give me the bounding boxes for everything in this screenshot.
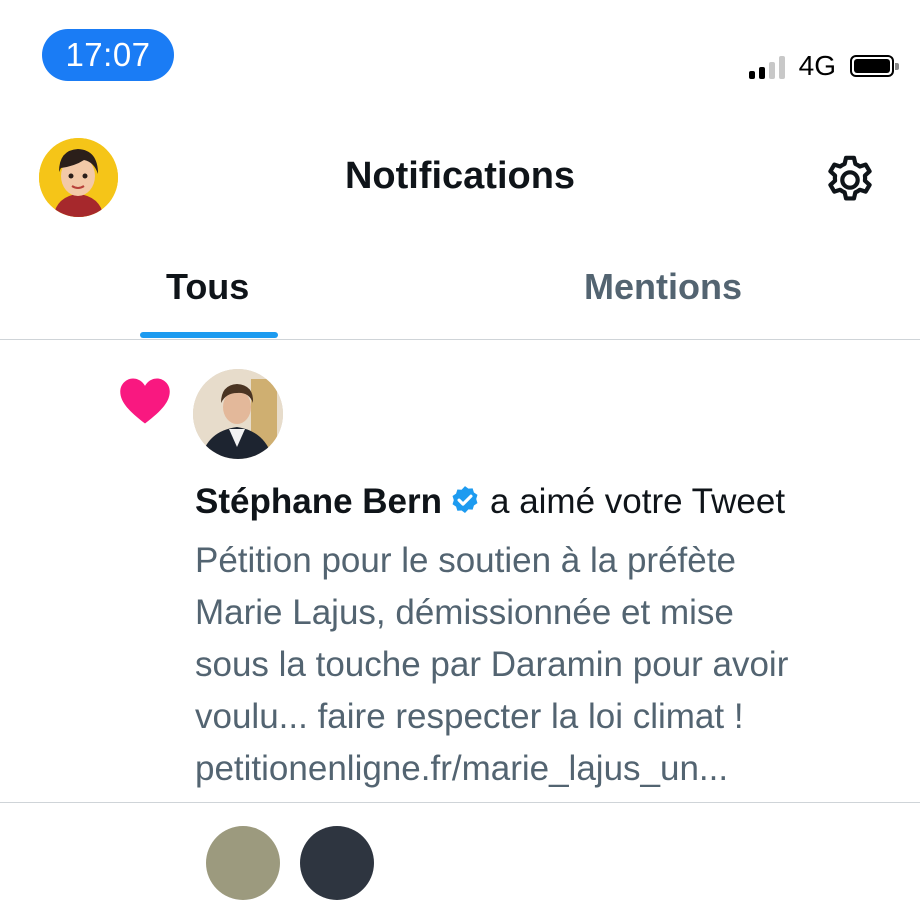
user-avatar[interactable] <box>193 369 283 459</box>
tab-selected-indicator <box>140 332 278 338</box>
page-title: Notifications <box>344 155 576 197</box>
status-icons: 4G <box>748 50 899 82</box>
heart-icon <box>118 376 172 426</box>
battery-icon <box>850 55 899 77</box>
tweet-line: voulu... faire respecter la loi climat ! <box>195 697 744 736</box>
notification-action: a aimé votre Tweet <box>490 482 786 521</box>
tweet-line: Pétition pour le soutien à la préfète <box>195 541 736 580</box>
tab-mentions[interactable]: Mentions <box>584 266 742 308</box>
tab-bar: Tous Mentions <box>0 250 920 340</box>
tweet-link[interactable]: petitionenligne.fr/marie_lajus_un... <box>195 743 895 795</box>
tweet-line: Marie Lajus, démissionnée et mise <box>195 593 734 632</box>
avatar[interactable] <box>206 826 280 900</box>
avatar[interactable] <box>300 826 374 900</box>
tweet-text: Pétition pour le soutien à la préfète Ma… <box>195 535 895 795</box>
gear-icon[interactable] <box>822 152 878 208</box>
tweet-line: sous la touche par Daramin pour avoir <box>195 645 789 684</box>
tab-all[interactable]: Tous <box>166 266 249 308</box>
signal-icon <box>748 53 785 79</box>
user-name[interactable]: Stéphane Bern <box>195 482 442 521</box>
verified-badge-icon <box>448 483 482 517</box>
status-time: 17:07 <box>42 29 174 81</box>
notification-header: Stéphane Bern a aimé votre Tweet <box>195 478 895 526</box>
network-type: 4G <box>798 50 836 81</box>
divider <box>0 802 920 803</box>
divider <box>0 339 920 340</box>
